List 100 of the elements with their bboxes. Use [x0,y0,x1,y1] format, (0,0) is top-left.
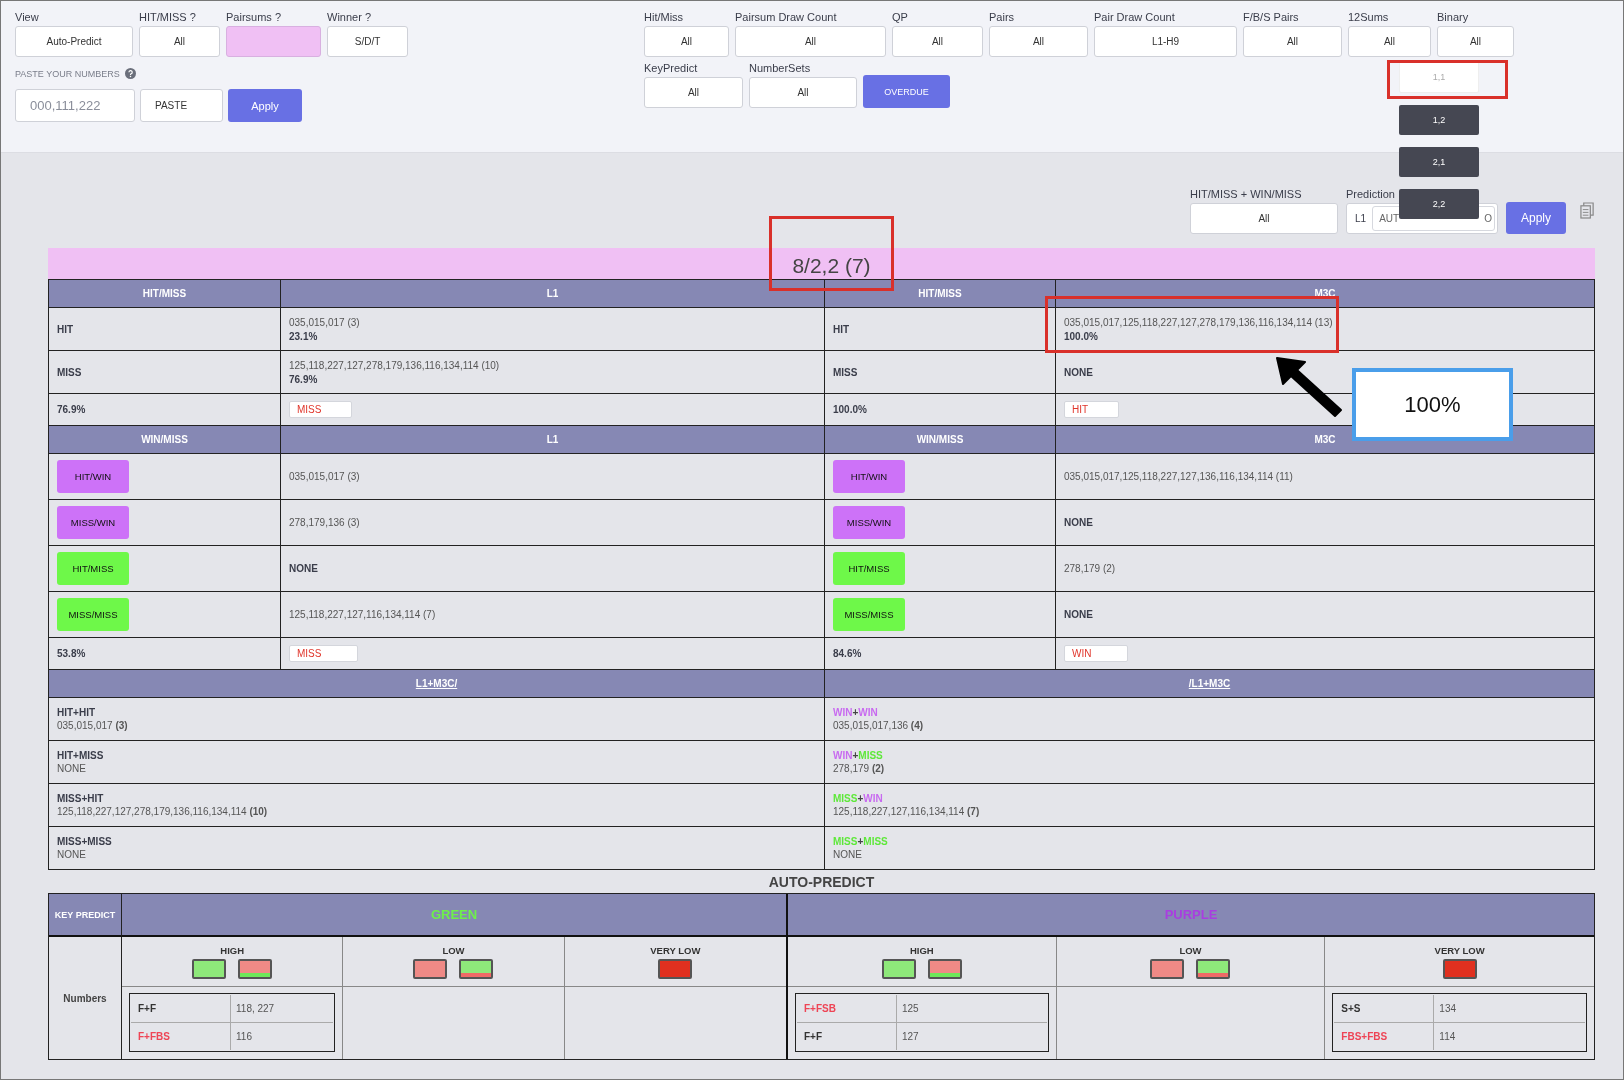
combo-label: HIT+HIT [57,707,96,718]
filter-label: Pairsums ? [226,11,283,23]
help-icon[interactable] [124,68,136,79]
table-cell: HIT [833,323,850,335]
status-tag: HIT/MISS [57,552,129,585]
table-cell: HIT [57,323,74,335]
result-badge: MISS [289,645,359,662]
summary-title: 8/2,2 (7) [792,253,871,279]
level-label: HIGH [220,944,245,956]
pair-code: F+F [804,1031,823,1042]
prediction-label: Prediction [1346,188,1396,200]
table-cell: 035,015,017,125,118,227,127,136,116,134,114 (11) [1064,471,1293,482]
filter-select[interactable]: All [735,26,886,57]
filter-label: 12Sums [1348,11,1390,23]
status-tag: HIT/MISS [833,552,905,585]
group-header: PURPLE [1164,907,1218,922]
level-label: VERY LOW [1434,944,1485,956]
column-header: HIT/MISS [49,280,281,308]
status-tag: MISS/WIN [57,506,129,539]
combo-label: MISS+WIN [833,793,883,804]
filter-select[interactable]: All [1348,26,1431,57]
filter-label: KeyPredict [644,62,699,74]
table-cell: 125,118,227,127,278,179,136,116,134,114 (10) [289,359,500,371]
combo-label: WIN+MISS [833,750,883,761]
apply-button[interactable]: Apply [228,89,302,122]
result-badge: MISS [289,401,353,418]
pair-numbers: 127 [902,1031,919,1042]
level-label: VERY LOW [650,944,701,956]
filter-label: Binary [1437,11,1470,23]
table-cell: NONE [289,563,318,574]
result-badge: HIT [1064,401,1120,418]
table-cell: MISS [833,366,858,378]
level-label: HIGH [909,944,934,956]
table-cell: NONE [1064,366,1093,378]
table-cell: 100.0% [833,404,867,415]
filter-select[interactable]: All [892,26,983,57]
section-title: AUTO-PREDICT [767,873,876,892]
row-label: Numbers [63,992,107,1004]
pointer-arrow [1275,356,1345,418]
combo-label: WIN+WIN [833,707,878,718]
table-cell: MISS [57,366,82,378]
table-cell: 125,118,227,127,116,134,114 (7) [289,609,436,620]
filter-select[interactable]: All [1243,26,1342,57]
combo-label: MISS+HIT [57,793,104,804]
filter-select[interactable]: L1-H9 [1094,26,1237,57]
paste-button[interactable]: PASTE [140,89,223,122]
prediction-prefix: L1 [1355,213,1367,224]
pair-numbers: 118, 227 [236,1003,275,1014]
dropdown-option[interactable]: 1,2 [1399,105,1479,135]
numbers-input[interactable]: 000,111,222 [15,89,135,122]
column-header: HIT/MISS [825,280,1056,308]
column-header: L1 [281,280,825,308]
table-cell: 035,015,017 (3) [289,316,360,328]
copy-icon[interactable] [1580,202,1595,219]
combo-numbers: NONE [833,849,862,860]
filter-select[interactable]: All [644,77,743,108]
pair-numbers: 114 [1439,1031,1456,1042]
status-tag: HIT/WIN [833,460,905,493]
table-cell: NONE [1064,609,1093,620]
filter-select[interactable]: Auto-Predict [15,26,133,57]
filter-label: F/B/S Pairs [1243,11,1300,23]
filter-select[interactable]: All [1437,26,1514,57]
filter-label: Pairs [989,11,1016,23]
dropdown-option[interactable]: 2,2 [1399,189,1479,219]
percent-text: 23.1% [289,330,318,342]
filter-select[interactable]: All [1190,203,1338,234]
combo-numbers: 125,118,227,127,278,179,136,116,134,114 (10) [57,806,268,817]
filter-label: Pair Draw Count [1094,11,1176,23]
pair-code: FBS+FBS [1341,1031,1388,1042]
combo-label: MISS+MISS [833,836,888,847]
filter-select[interactable]: All [989,26,1088,57]
filter-select[interactable]: S/D/T [327,26,408,57]
table-cell: 035,015,017 (3) [289,471,360,482]
combo-numbers: 278,179 (2) [833,763,885,774]
filter-label: HIT/MISS ? [139,11,197,23]
combo-numbers: NONE [57,849,86,860]
percent-text: 76.9% [289,373,318,385]
combo-label: MISS+MISS [57,836,112,847]
filter-label: HIT/MISS + WIN/MISS [1190,188,1303,200]
callout-box: 100% [1352,368,1513,441]
column-header: WIN/MISS [49,426,281,454]
filter-select[interactable]: All [139,26,220,57]
combo-numbers: 035,015,017,136 (4) [833,720,924,731]
result-badge: WIN [1064,645,1129,662]
table-cell: NONE [1064,517,1093,528]
status-tag: HIT/WIN [57,460,129,493]
filter-label: View [15,11,40,23]
overdue-button[interactable]: OVERDUE [863,75,950,108]
combo-numbers: 125,118,227,127,116,134,114 (7) [833,806,980,817]
column-header: L1 [281,426,825,454]
level-label: LOW [442,944,465,956]
pair-code: F+F [138,1003,157,1014]
pair-numbers: 125 [902,1003,919,1014]
percent-text: 100.0% [1064,330,1098,342]
table-cell: 76.9% [57,404,86,415]
dropdown-option[interactable]: 2,1 [1399,147,1479,177]
filter-select[interactable]: All [644,26,729,57]
filter-select[interactable]: All [749,77,857,108]
apply-button[interactable]: Apply [1506,202,1566,234]
column-header: KEY PREDICT [54,908,116,922]
